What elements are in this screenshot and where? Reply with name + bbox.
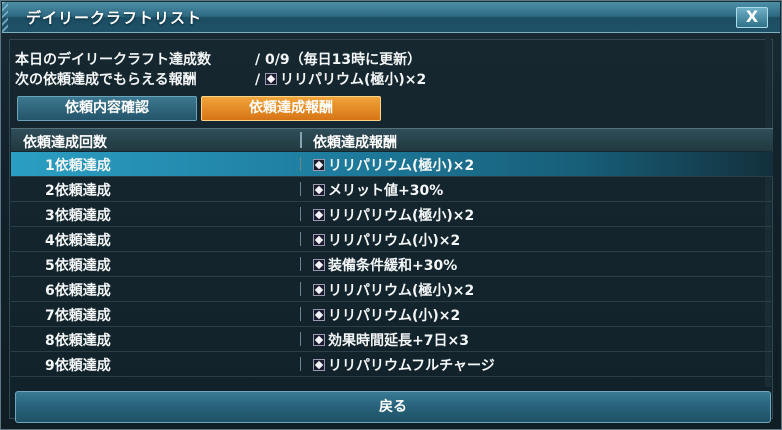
column-divider <box>300 132 302 148</box>
row-count: 2依頼達成 <box>45 183 111 199</box>
row-count: 7依頼達成 <box>45 308 111 324</box>
window-title: デイリークラフトリスト <box>26 9 203 27</box>
row-reward: リリパリウムフルチャージ <box>328 358 495 374</box>
column-header-reward: 依頼達成報酬 <box>313 135 397 151</box>
next-reward-value: リリパリウム(極小)×2 <box>280 72 427 88</box>
row-divider <box>300 207 301 221</box>
table-row[interactable]: 2依頼達成 メリット値+30% <box>11 177 773 202</box>
titlebar-decoration <box>2 2 8 32</box>
boost-icon <box>313 184 325 196</box>
row-divider <box>300 157 301 171</box>
row-reward-cell: リリパリウム(極小)×2 <box>313 280 474 300</box>
row-count: 4依頼達成 <box>45 233 111 249</box>
row-count: 5依頼達成 <box>45 258 111 274</box>
table-row[interactable]: 9依頼達成 リリパリウムフルチャージ <box>11 352 773 377</box>
row-reward: 装備条件緩和+30% <box>328 258 458 274</box>
row-reward: リリパリウム(極小)×2 <box>328 208 475 224</box>
table-row[interactable]: 7依頼達成 リリパリウム(小)×2 <box>11 302 773 327</box>
row-count: 3依頼達成 <box>45 208 111 224</box>
row-reward: 効果時間延長+7日×3 <box>328 333 469 349</box>
table-row[interactable]: 6依頼達成 リリパリウム(極小)×2 <box>11 277 773 302</box>
row-divider <box>300 332 301 346</box>
item-icon <box>313 159 325 171</box>
close-button[interactable]: X <box>736 7 768 28</box>
row-divider <box>300 282 301 296</box>
row-reward: メリット値+30% <box>328 183 444 199</box>
row-reward-cell: リリパリウム(極小)×2 <box>313 205 474 225</box>
table-row[interactable]: 1依頼達成 リリパリウム(極小)×2 <box>11 152 773 177</box>
tab-request-rewards[interactable]: 依頼達成報酬 <box>201 96 381 121</box>
row-reward-cell: リリパリウム(小)×2 <box>313 230 460 250</box>
row-divider <box>300 182 301 196</box>
tab-request-details[interactable]: 依頼内容確認 <box>17 96 197 121</box>
table-row[interactable]: 5依頼達成 装備条件緩和+30% <box>11 252 773 277</box>
item-icon <box>313 309 325 321</box>
item-icon <box>313 284 325 296</box>
item-icon <box>313 209 325 221</box>
row-reward: リリパリウム(小)×2 <box>328 308 461 324</box>
next-reward-label: 次の依頼達成でもらえる報酬 <box>15 72 197 88</box>
row-divider <box>300 357 301 371</box>
row-reward-cell: 効果時間延長+7日×3 <box>313 330 469 350</box>
row-count: 9依頼達成 <box>45 358 111 374</box>
row-count: 6依頼達成 <box>45 283 111 299</box>
table-row[interactable]: 3依頼達成 リリパリウム(極小)×2 <box>11 202 773 227</box>
boost-icon <box>313 259 325 271</box>
item-icon <box>313 359 325 371</box>
item-icon <box>313 234 325 246</box>
row-reward: リリパリウム(極小)×2 <box>328 283 475 299</box>
row-divider <box>300 307 301 321</box>
row-reward-cell: リリパリウム(極小)×2 <box>313 155 474 175</box>
row-reward-cell: メリット値+30% <box>313 180 443 200</box>
row-reward-cell: 装備条件緩和+30% <box>313 255 457 275</box>
item-icon <box>265 73 277 85</box>
achieved-count-value: / 0/9（毎日13時に更新） <box>255 52 422 68</box>
craft-list-window: デイリークラフトリスト X 本日のデイリークラフト達成数 / 0/9（毎日13時… <box>0 0 782 430</box>
row-reward: リリパリウム(小)×2 <box>328 233 461 249</box>
table-row[interactable]: 4依頼達成 リリパリウム(小)×2 <box>11 227 773 252</box>
row-count: 8依頼達成 <box>45 333 111 349</box>
reward-table: 1依頼達成 リリパリウム(極小)×2 2依頼達成 メリット値+30% 3依頼達成… <box>11 152 773 377</box>
row-reward-cell: リリパリウムフルチャージ <box>313 355 495 375</box>
table-row[interactable]: 8依頼達成 効果時間延長+7日×3 <box>11 327 773 352</box>
row-reward-cell: リリパリウム(小)×2 <box>313 305 460 325</box>
row-divider <box>300 257 301 271</box>
next-reward-value-wrap: / リリパリウム(極小)×2 <box>255 72 427 88</box>
column-header-count: 依頼達成回数 <box>23 135 107 151</box>
row-divider <box>300 232 301 246</box>
row-count: 1依頼達成 <box>45 158 111 174</box>
back-button[interactable]: 戻る <box>15 391 771 423</box>
achieved-count-label: 本日のデイリークラフト達成数 <box>15 52 211 68</box>
boost-icon <box>313 334 325 346</box>
titlebar[interactable]: デイリークラフトリスト X <box>2 2 780 33</box>
row-reward: リリパリウム(極小)×2 <box>328 158 475 174</box>
table-header: 依頼達成回数 依頼達成報酬 <box>11 128 773 151</box>
